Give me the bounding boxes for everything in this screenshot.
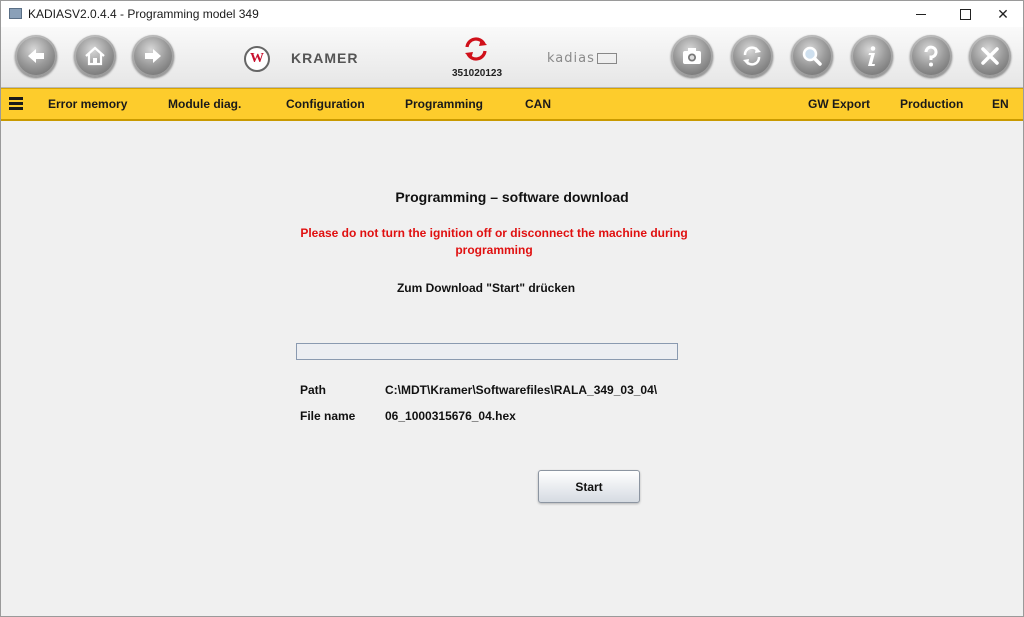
menu-configuration[interactable]: Configuration: [286, 97, 365, 111]
app-window: KADIASV2.0.4.4 - Programming model 349 ✕…: [0, 0, 1024, 617]
camera-button[interactable]: [671, 35, 713, 77]
download-progress-bar: [296, 343, 678, 360]
home-button[interactable]: [74, 35, 116, 77]
window-close-button[interactable]: ✕: [981, 1, 1024, 27]
hamburger-menu-icon[interactable]: [9, 97, 23, 111]
kadias-logo: kadias: [547, 51, 617, 66]
forward-button[interactable]: [132, 35, 174, 77]
serial-number: 351020123: [451, 68, 503, 79]
warning-message: Please do not turn the ignition off or d…: [300, 226, 688, 257]
maximize-icon: [959, 8, 971, 20]
menu-programming[interactable]: Programming: [405, 97, 483, 111]
minimize-button[interactable]: [899, 1, 943, 27]
window-title: KADIASV2.0.4.4 - Programming model 349: [28, 7, 259, 21]
back-icon: [28, 49, 44, 63]
minimize-icon: [916, 13, 926, 15]
sync-icon[interactable]: [460, 35, 492, 63]
close-icon: [981, 47, 999, 65]
search-icon: [802, 46, 822, 66]
menu-error-memory[interactable]: Error memory: [48, 97, 127, 111]
filename-label: File name: [300, 409, 356, 423]
help-icon: [924, 45, 938, 67]
info-icon: [868, 46, 876, 66]
forward-icon: [145, 49, 161, 63]
filename-value: 06_1000315676_04.hex: [385, 409, 516, 423]
path-value: C:\MDT\Kramer\Softwarefiles\RALA_349_03_…: [385, 383, 658, 397]
brand-name: KRAMER: [291, 50, 359, 66]
refresh-icon: [743, 46, 761, 66]
toolbar: W KRAMER 351020123 kadias: [1, 27, 1023, 88]
exit-button[interactable]: [969, 35, 1011, 77]
menu-module-diag[interactable]: Module diag.: [168, 97, 241, 111]
help-button[interactable]: [910, 35, 952, 77]
home-icon: [85, 46, 105, 66]
menu-production[interactable]: Production: [900, 97, 963, 111]
menu-gw-export[interactable]: GW Export: [808, 97, 870, 111]
title-bar: KADIASV2.0.4.4 - Programming model 349 ✕: [1, 1, 1023, 27]
refresh-button[interactable]: [731, 35, 773, 77]
back-button[interactable]: [15, 35, 57, 77]
camera-icon: [683, 48, 701, 64]
menu-bar: Error memory Module diag. Configuration …: [1, 88, 1023, 121]
wacker-logo: W: [244, 46, 270, 72]
info-button[interactable]: [851, 35, 893, 77]
page-title: Programming – software download: [395, 189, 629, 205]
search-button[interactable]: [791, 35, 833, 77]
menu-language[interactable]: EN: [992, 97, 1009, 111]
start-button[interactable]: Start: [538, 470, 640, 503]
menu-can[interactable]: CAN: [525, 97, 551, 111]
app-icon: [9, 8, 22, 19]
path-label: Path: [300, 383, 327, 397]
instruction-text: Zum Download "Start" drücken: [396, 281, 576, 295]
